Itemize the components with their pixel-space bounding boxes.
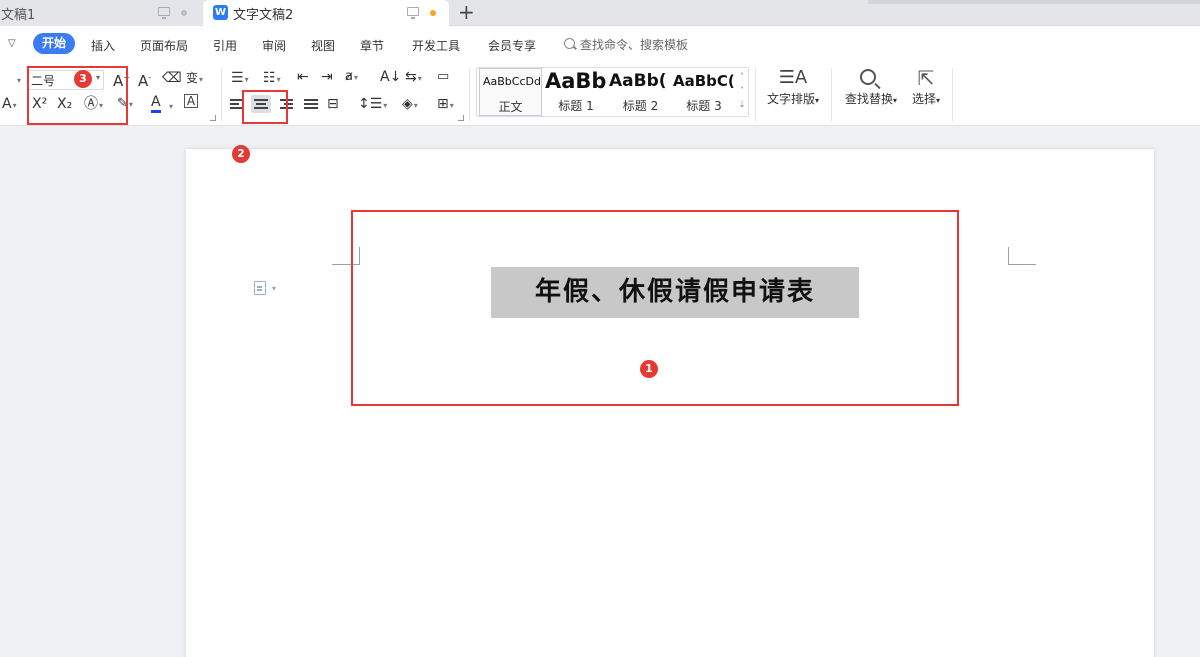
style-normal-name: 正文 [480,98,541,115]
style-heading-2[interactable]: AaBb( 标题 2 [609,68,672,116]
search-icon[interactable] [564,38,575,49]
decrease-indent-icon[interactable]: ⇤ [297,68,309,86]
annotation-badge-3: 3 [74,70,92,88]
style-heading-1-name: 标题 1 [543,97,609,114]
tab-document-1-label: 字文稿1 [0,4,35,23]
annotation-box-center-align [242,90,288,124]
line-spacing-icon[interactable]: ↕☰▾ [358,95,387,115]
menu-member[interactable]: 会员专享 [488,37,536,54]
paragraph-dialog-launcher[interactable] [458,115,464,121]
find-replace-label: 查找替换 [845,92,893,106]
new-tab-plus-icon[interactable]: + [458,0,475,24]
text-layout-label: 文字排版 [767,92,815,106]
separator [755,68,756,122]
chevron-down-icon[interactable]: ▾ [272,284,276,293]
shading-icon[interactable]: ◈▾ [402,95,418,115]
menu-references[interactable]: 引用 [213,37,237,54]
strikethrough-button[interactable]: A▾ [2,95,17,115]
tab-document-1[interactable]: 字文稿1 [0,0,200,26]
separator [469,68,470,122]
style-heading-3[interactable]: AaBbC( 标题 3 [673,68,735,116]
shrink-font-icon: A [138,72,148,90]
cursor-arrow-icon: ⇱ [906,66,946,90]
font-color-dropdown[interactable]: ▾ [168,97,173,116]
phonetic-guide-button[interactable]: 变▾ [186,69,203,89]
style-normal[interactable]: AaBbCcDd 正文 [479,68,542,116]
style-heading-3-name: 标题 3 [673,97,735,114]
window-title-strip [868,0,1200,4]
style-heading-1-sample: AaBb [545,69,606,93]
increase-indent-icon[interactable]: ⇥ [321,68,333,86]
margin-corner-right [1008,247,1036,265]
menu-developer[interactable]: 开发工具 [412,37,460,54]
style-heading-2-sample: AaBb( [609,71,667,91]
distributed-align-icon[interactable]: ⊟ [327,95,339,113]
shrink-font-button[interactable]: A- [138,69,151,90]
menu-view[interactable]: 视图 [311,37,335,54]
font-dialog-launcher[interactable] [210,115,216,121]
style-normal-sample: AaBbCcDd [483,75,541,88]
command-search-input[interactable]: 查找命令、搜索模板 [580,36,688,53]
font-name-dropdown[interactable]: ▾ [16,71,21,90]
monitor-icon[interactable] [158,7,170,16]
sort-icon[interactable]: A↓ [380,68,401,86]
ruler-icon[interactable]: ▭ [437,68,449,86]
chevron-down-icon[interactable]: ▽ [8,38,16,49]
style-heading-1[interactable]: AaBb 标题 1 [543,68,609,116]
style-heading-3-sample: AaBbC( [673,72,735,90]
annotation-badge-1: 1 [640,360,658,378]
select-label: 选择 [912,92,936,106]
bullet-list-icon[interactable]: ☰▾ [231,69,249,89]
chinese-layout-icon[interactable]: ⱥ▾ [345,68,358,87]
numbered-list-icon[interactable]: ☷▾ [263,69,281,89]
separator [831,68,832,122]
tab-bar: 字文稿1 W 文字文稿2 + [0,0,1200,26]
menu-review[interactable]: 审阅 [262,37,286,54]
menu-home[interactable]: 开始 [33,33,75,54]
menu-bar: ▽ 开始 插入 页面布局 引用 审阅 视图 章节 开发工具 会员专享 查找命令、… [0,26,1200,62]
clear-format-eraser-icon[interactable]: ⌫ [162,69,182,87]
find-replace-button[interactable]: 查找替换▾ [840,66,902,107]
wps-writer-icon: W [213,5,228,20]
char-border-button[interactable]: A [184,94,198,108]
font-color-button[interactable]: A [151,94,161,113]
menu-insert[interactable]: 插入 [91,37,115,54]
separator [221,68,222,122]
style-heading-2-name: 标题 2 [609,97,672,114]
text-layout-button[interactable]: ☰A 文字排版▾ [762,66,824,107]
status-dot [181,10,187,16]
font-color-icon: A [151,94,161,110]
menu-page-layout[interactable]: 页面布局 [140,37,188,54]
text-layout-icon: ☰A [762,66,824,90]
monitor-icon[interactable] [407,7,419,16]
tab-document-2[interactable]: W 文字文稿2 [203,0,449,26]
menu-section[interactable]: 章节 [360,37,384,54]
select-button[interactable]: ⇱ 选择▾ [906,66,946,107]
tab-document-2-label: 文字文稿2 [233,4,293,23]
justify-button[interactable] [301,95,321,113]
annotation-badge-2: 2 [232,145,250,163]
unsaved-dot [430,10,436,16]
gallery-scroll-arrows[interactable]: ˄˅⇣ [738,70,746,112]
borders-icon[interactable]: ⊞▾ [437,95,454,115]
separator [952,68,953,122]
show-marks-icon[interactable]: ⇆▾ [405,68,422,88]
style-gallery: AaBbCcDd 正文 AaBb 标题 1 AaBb( 标题 2 AaBbC( … [476,67,749,117]
magnifier-icon [840,66,902,90]
paragraph-options-icon[interactable] [254,281,266,295]
annotation-box-title [351,210,959,406]
ribbon-toolbar: ▾ 二号 ▾ A+ A- ⌫ 变▾ A▾ X² X₂ Ⓐ▾ ✎▾ A ▾ A ☰… [0,62,1200,126]
